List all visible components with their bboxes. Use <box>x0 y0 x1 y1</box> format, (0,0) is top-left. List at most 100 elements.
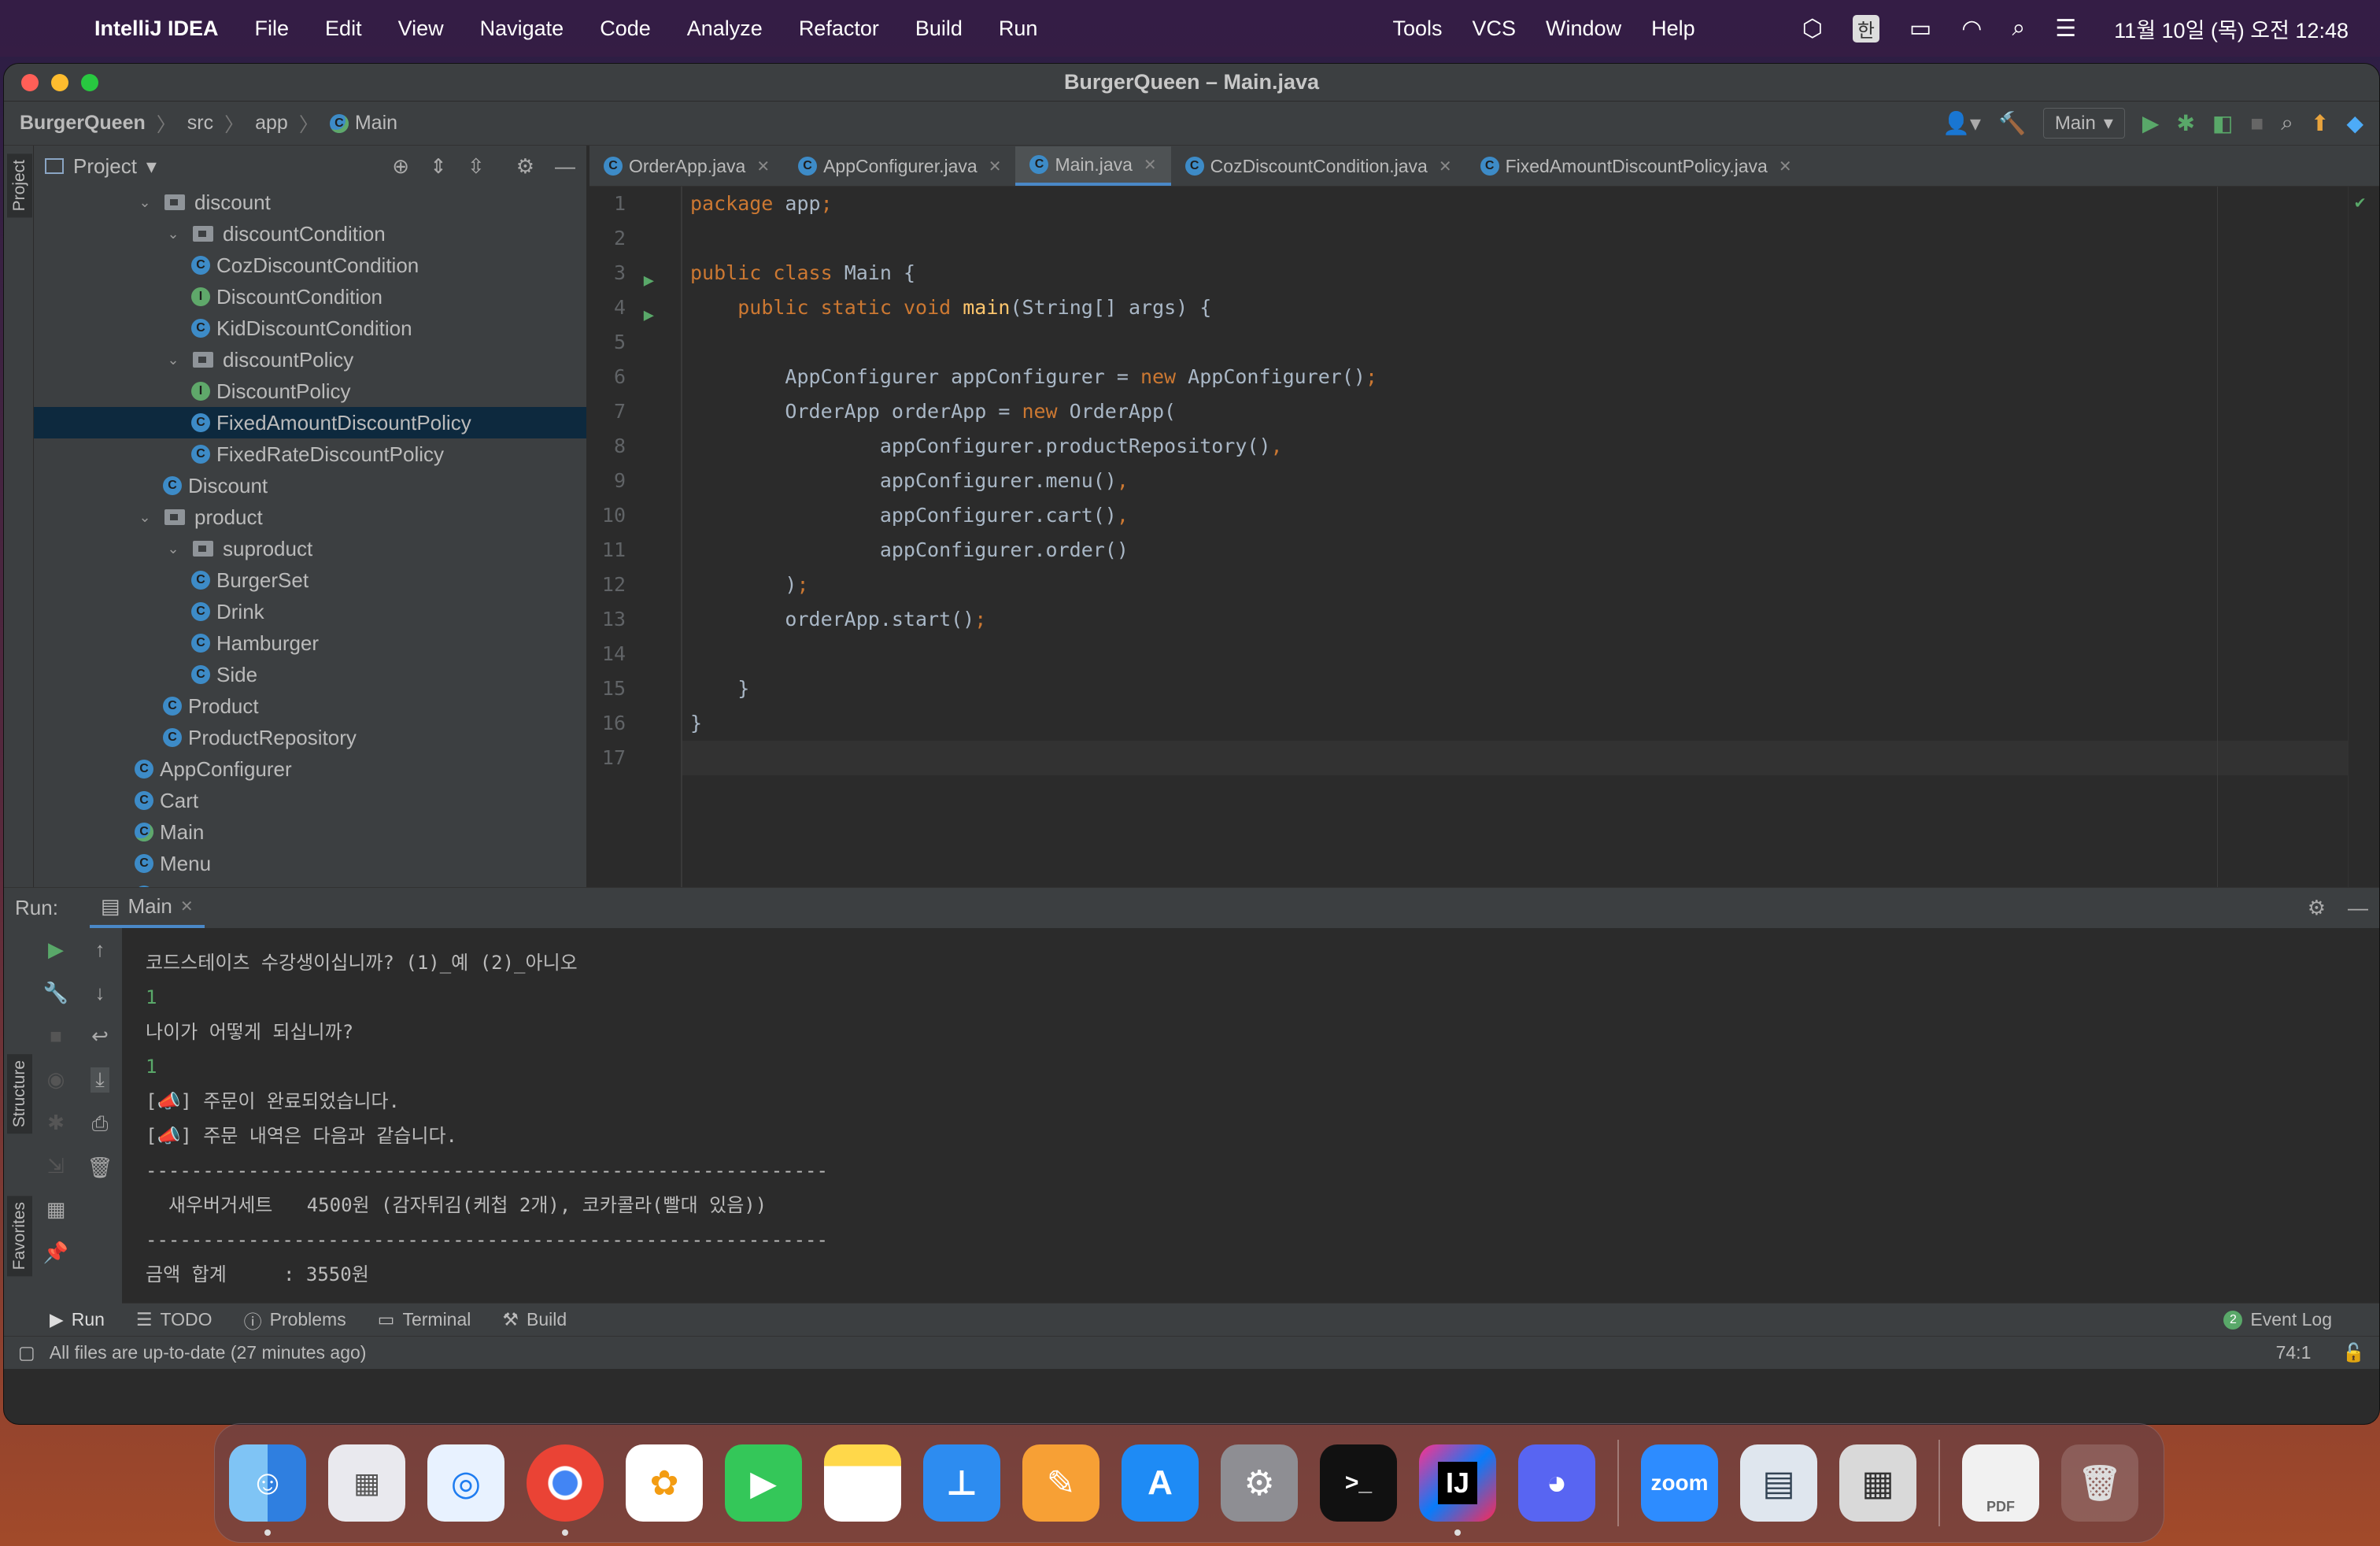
console-output[interactable]: 코드스테이츠 수강생이십니까? (1)_예 (2)_아니오 1 나이가 어떻게 되십… <box>122 928 2379 1309</box>
structure-side-tab[interactable]: Structure <box>7 1054 32 1134</box>
search-everywhere-icon[interactable]: ⌕ <box>2281 110 2293 136</box>
breadcrumb-src[interactable]: src <box>187 112 213 135</box>
facetime-icon[interactable]: ▶ <box>725 1444 802 1522</box>
arrow-up-icon[interactable]: ↑ <box>95 938 105 962</box>
preview-icon[interactable]: ▤ <box>1740 1444 1817 1522</box>
intellij-icon[interactable]: IJ <box>1419 1444 1496 1536</box>
menu-help[interactable]: Help <box>1651 17 1695 41</box>
photos-icon[interactable]: ✿ <box>626 1444 703 1522</box>
wrench-icon[interactable]: 🔧 <box>43 981 68 1005</box>
editor-tab[interactable]: C CozDiscountCondition.java ✕ <box>1171 146 1466 186</box>
debug-icon[interactable]: ✱ <box>2176 110 2194 136</box>
soft-wrap-icon[interactable]: ↩ <box>91 1024 109 1049</box>
arrow-down-icon[interactable]: ↓ <box>95 981 105 1005</box>
tree-item[interactable]: ⌄ discount <box>34 187 586 218</box>
project-side-tab[interactable]: Project <box>7 153 32 218</box>
chevron-down-icon[interactable]: ⌄ <box>136 194 153 211</box>
menubar-clock[interactable]: 11월 10일 (목) 오전 12:48 <box>2114 13 2349 44</box>
input-method-icon[interactable]: 한 <box>1852 14 1879 43</box>
chevron-down-icon[interactable]: ⌄ <box>164 352 182 368</box>
pages-icon[interactable]: ✎ <box>1022 1444 1099 1522</box>
gear-icon[interactable]: ⚙ <box>2308 896 2326 920</box>
expand-all-icon[interactable]: ⇕ <box>430 154 447 179</box>
tree-item[interactable]: C Order <box>34 879 586 887</box>
tree-item[interactable]: C AppConfigurer <box>34 753 586 785</box>
chevron-down-icon[interactable]: ⌄ <box>164 226 182 242</box>
tool-tab-terminal[interactable]: ▭ Terminal <box>378 1309 471 1330</box>
tool-tab-todo[interactable]: ☰ TODO <box>136 1309 213 1330</box>
tree-item[interactable]: I DiscountPolicy <box>34 375 586 407</box>
menu-vcs[interactable]: VCS <box>1473 17 1517 41</box>
keynote-icon[interactable]: ⊥ <box>923 1444 1000 1522</box>
locate-icon[interactable]: ⊕ <box>392 154 409 179</box>
gear-icon[interactable]: ⚙ <box>516 154 534 179</box>
menu-file[interactable]: File <box>255 17 290 41</box>
lock-icon[interactable]: 🔓 <box>2342 1342 2365 1363</box>
menu-tools[interactable]: Tools <box>1392 17 1442 41</box>
tree-item[interactable]: C Side <box>34 659 586 690</box>
status-panel-icon[interactable]: ▢ <box>18 1342 35 1363</box>
apple-icon[interactable] <box>31 15 54 42</box>
menu-edit[interactable]: Edit <box>325 17 362 41</box>
calculator-icon[interactable]: ▦ <box>1839 1444 1916 1522</box>
tree-item[interactable]: ⌄ suproduct <box>34 533 586 564</box>
menu-analyze[interactable]: Analyze <box>687 17 763 41</box>
line-number-gutter[interactable]: 1 2 3 ▶ 4 ▶ 5 6 7 8 9 10 11 12 13 14 15 16 17 <box>589 187 681 887</box>
tree-item[interactable]: C KidDiscountCondition <box>34 313 586 344</box>
close-icon[interactable]: ✕ <box>989 157 1002 176</box>
safari-icon[interactable]: ◎ <box>427 1444 504 1522</box>
tool-tab-run[interactable]: ▶ Run <box>50 1309 105 1330</box>
hide-panel-icon[interactable]: — <box>2348 896 2368 920</box>
tree-item[interactable]: C BurgerSet <box>34 564 586 596</box>
app-menu[interactable]: IntelliJ IDEA <box>94 17 219 41</box>
jetbrains-toolbox-icon[interactable]: ◆ <box>2346 110 2363 136</box>
editor-tab[interactable]: C FixedAmountDiscountPolicy.java ✕ <box>1466 146 1806 186</box>
notes-icon[interactable] <box>824 1444 901 1522</box>
build-hammer-icon[interactable]: 🔨 <box>1998 110 2026 136</box>
chevron-down-icon[interactable]: ⌄ <box>164 541 182 557</box>
tool-tab-build[interactable]: ⚒ Build <box>502 1309 567 1330</box>
search-icon[interactable]: ⌕ <box>2012 15 2025 42</box>
menu-refactor[interactable]: Refactor <box>799 17 879 41</box>
close-icon[interactable]: ✕ <box>756 157 770 176</box>
stop-icon[interactable]: ■ <box>2250 111 2264 136</box>
caret-position[interactable]: 74:1 <box>2276 1342 2312 1363</box>
debug-bug-icon[interactable]: ✱ <box>47 1111 65 1135</box>
stop-icon[interactable]: ■ <box>50 1024 62 1049</box>
tool-tab-problems[interactable]: ⓘ Problems <box>244 1307 346 1333</box>
breadcrumb-package[interactable]: app <box>255 112 288 135</box>
inspection-ok-icon[interactable]: ✔ <box>2355 193 2365 213</box>
camera-icon[interactable]: ◉ <box>47 1067 65 1092</box>
finder-icon[interactable]: ☺ <box>229 1444 306 1536</box>
system-preferences-icon[interactable]: ⚙ <box>1221 1444 1298 1522</box>
zoom-icon[interactable]: zoom <box>1641 1444 1718 1522</box>
minimize-window-button[interactable] <box>51 73 68 91</box>
tree-item[interactable]: C Cart <box>34 785 586 816</box>
exit-icon[interactable]: ⇲ <box>47 1154 65 1178</box>
wifi-icon[interactable]: ◠ <box>1961 15 1982 43</box>
tree-item[interactable]: ⌄ discountCondition <box>34 218 586 250</box>
menu-navigate[interactable]: Navigate <box>480 17 564 41</box>
launchpad-icon[interactable]: ▦ <box>328 1444 405 1522</box>
editor-tab[interactable]: C OrderApp.java ✕ <box>589 146 784 186</box>
editor-tab[interactable]: C AppConfigurer.java ✕ <box>784 146 1015 186</box>
menu-run[interactable]: Run <box>999 17 1038 41</box>
breadcrumb-file[interactable]: Main <box>355 112 397 135</box>
layout-icon[interactable]: ▦ <box>46 1197 66 1222</box>
user-icon[interactable]: 👤▾ <box>1942 110 1981 136</box>
tree-item[interactable]: C Discount <box>34 470 586 501</box>
cube-icon[interactable]: ⬡ <box>1802 15 1823 43</box>
chevron-down-icon[interactable]: ▾ <box>146 154 157 179</box>
tree-item[interactable]: I DiscountCondition <box>34 281 586 313</box>
status-message[interactable]: All files are up-to-date (27 minutes ago… <box>50 1342 367 1363</box>
tree-item[interactable]: C FixedAmountDiscountPolicy <box>34 407 586 438</box>
menu-code[interactable]: Code <box>600 17 651 41</box>
chrome-icon[interactable] <box>527 1444 604 1536</box>
favorites-side-tab[interactable]: Favorites <box>7 1196 32 1277</box>
trash-icon[interactable]: 🗑 <box>2061 1444 2138 1522</box>
breadcrumb-project[interactable]: BurgerQueen <box>20 112 146 135</box>
maximize-window-button[interactable] <box>81 73 98 91</box>
update-icon[interactable]: ⬆ <box>2311 110 2329 136</box>
scroll-to-end-icon[interactable]: ⤓ <box>91 1067 109 1093</box>
code-editor[interactable]: package app; public class Main { public s… <box>682 187 2348 887</box>
